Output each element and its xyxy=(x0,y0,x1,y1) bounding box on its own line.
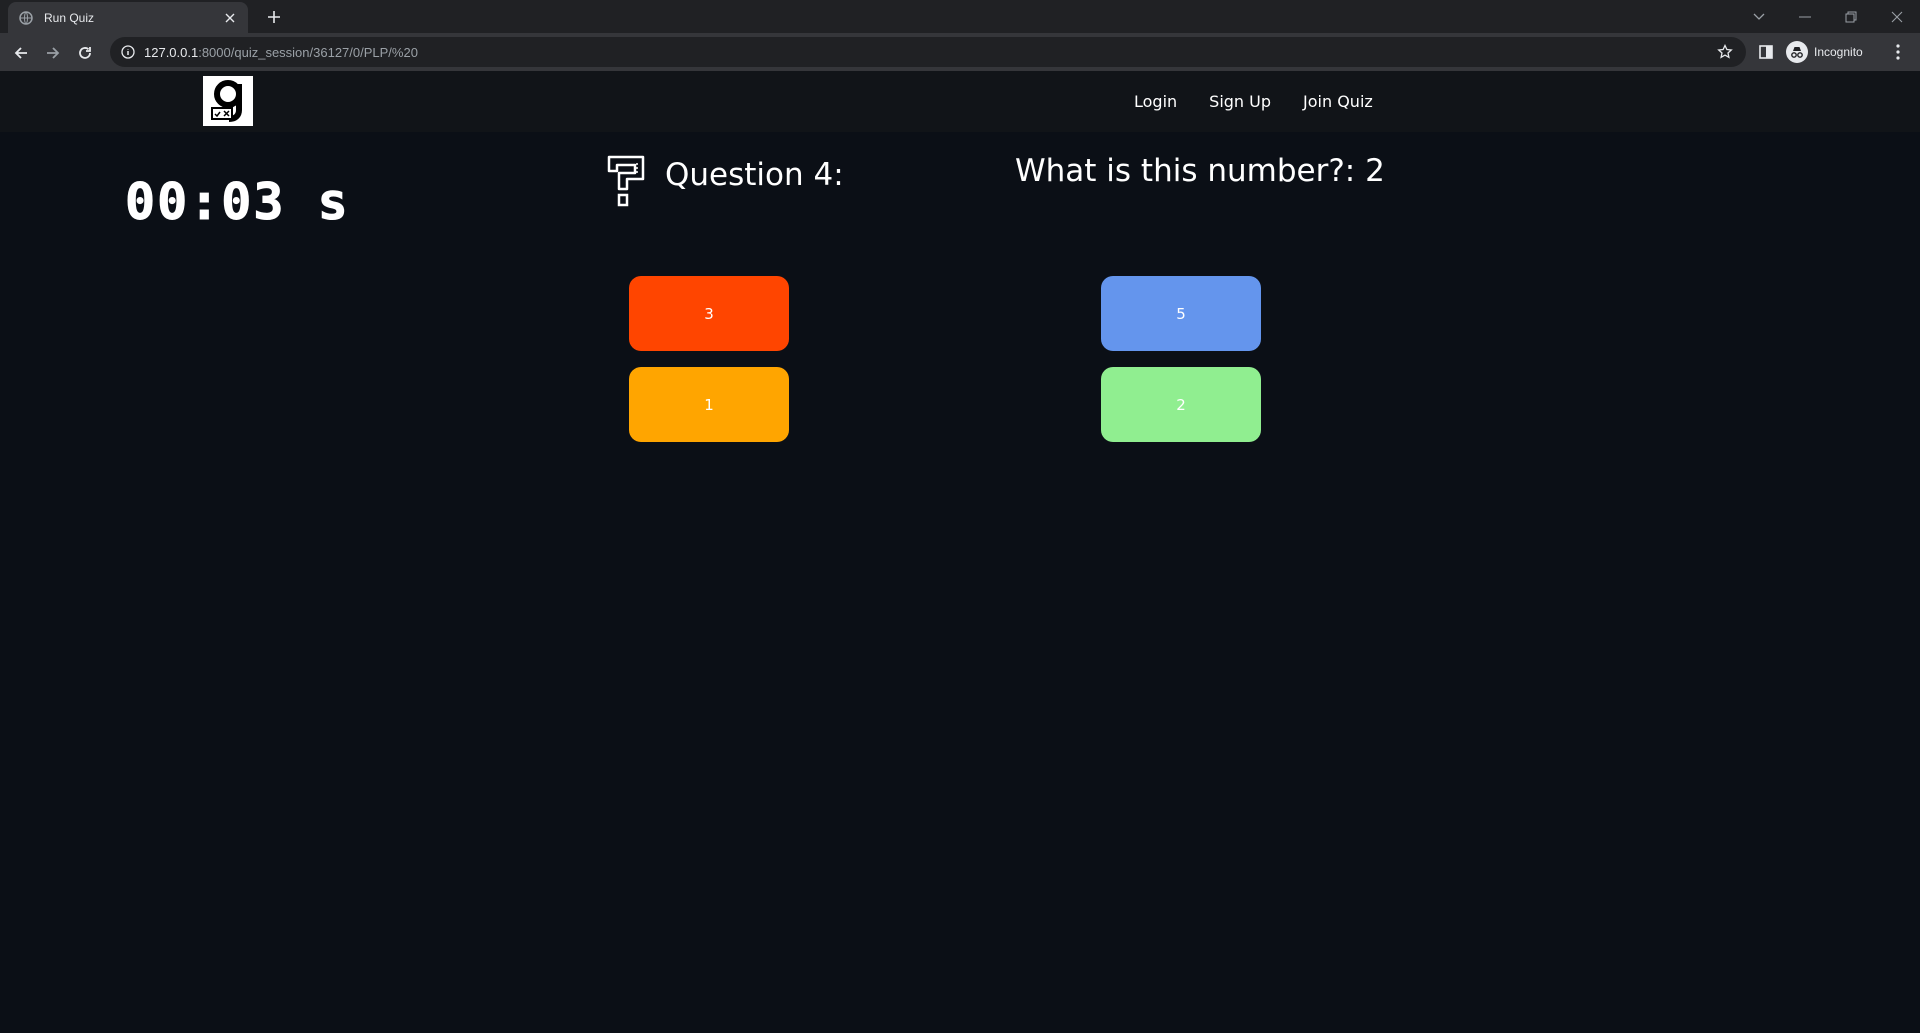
kebab-menu-icon[interactable] xyxy=(1888,42,1908,62)
page-content: Login Sign Up Join Quiz 00:03 s Question… xyxy=(0,71,1920,1033)
answer-button-3[interactable]: 1 xyxy=(629,367,789,442)
site-logo[interactable] xyxy=(203,76,253,126)
answer-button-2[interactable]: 5 xyxy=(1101,276,1261,351)
question-mark-icon xyxy=(607,155,645,207)
back-arrow-icon[interactable] xyxy=(8,40,34,66)
url-host: 127.0.0.1 xyxy=(144,44,199,60)
tab-title: Run Quiz xyxy=(44,10,95,25)
url-path: :8000/quiz_session/36127/0/PLP/%20 xyxy=(198,44,418,60)
site-info-icon[interactable] xyxy=(120,44,136,60)
question-text: What is this number?: 2 xyxy=(1015,153,1385,189)
site-navbar: Login Sign Up Join Quiz xyxy=(0,71,1920,132)
nav-links: Login Sign Up Join Quiz xyxy=(1134,71,1405,132)
incognito-label: Incognito xyxy=(1814,45,1863,59)
forward-arrow-icon[interactable] xyxy=(40,40,66,66)
bookmark-star-icon[interactable] xyxy=(1716,43,1734,61)
question-number: Question 4: xyxy=(665,157,844,193)
answer-button-1[interactable]: 3 xyxy=(629,276,789,351)
address-bar[interactable]: 127.0.0.1:8000/quiz_session/36127/0/PLP/… xyxy=(110,37,1746,67)
countdown-timer: 00:03 s xyxy=(125,173,350,232)
minimize-icon[interactable] xyxy=(1782,0,1828,33)
side-panel-icon[interactable] xyxy=(1756,42,1776,62)
browser-tab[interactable]: Run Quiz xyxy=(8,2,248,33)
answer-button-4[interactable]: 2 xyxy=(1101,367,1261,442)
nav-signup-link[interactable]: Sign Up xyxy=(1209,92,1271,111)
incognito-profile-button[interactable]: Incognito xyxy=(1786,38,1863,66)
nav-join-quiz-link[interactable]: Join Quiz xyxy=(1303,92,1373,111)
close-tab-icon[interactable] xyxy=(222,10,238,26)
new-tab-button[interactable] xyxy=(262,6,286,28)
nav-login-link[interactable]: Login xyxy=(1134,92,1177,111)
globe-icon xyxy=(18,10,34,26)
restore-icon[interactable] xyxy=(1828,0,1874,33)
tab-search-icon[interactable] xyxy=(1736,0,1782,33)
browser-tab-bar: Run Quiz xyxy=(0,0,1920,33)
close-window-icon[interactable] xyxy=(1874,0,1920,33)
incognito-icon xyxy=(1786,41,1808,63)
reload-icon[interactable] xyxy=(72,40,98,66)
browser-toolbar: 127.0.0.1:8000/quiz_session/36127/0/PLP/… xyxy=(0,33,1920,71)
